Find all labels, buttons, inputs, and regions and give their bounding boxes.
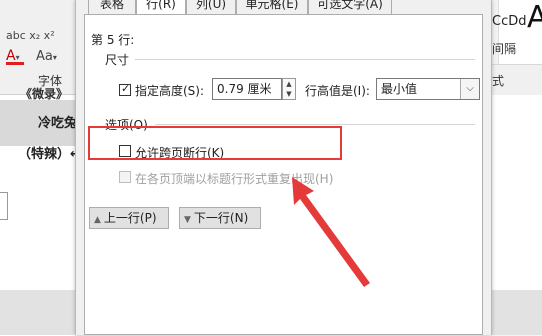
style-spacing-label: 间隔 <box>492 42 517 56</box>
triangle-down-icon: ▼ <box>184 215 191 225</box>
tab-row[interactable]: 行(R) <box>136 0 186 14</box>
chevron-up-icon[interactable]: ▲ <box>283 79 295 89</box>
highlight-box <box>88 126 342 160</box>
row-height-rule-select[interactable]: 最小值 ⌵ <box>376 78 480 100</box>
font-effects-buttons[interactable]: abc x₂ x² <box>6 29 55 42</box>
size-group-divider <box>135 59 475 60</box>
options-group-divider <box>155 124 475 125</box>
doc-text-line-2: 冷吃兔 <box>38 116 78 131</box>
change-case-button[interactable]: Aa▾ <box>36 49 57 64</box>
chevron-down-icon[interactable]: ▼ <box>283 89 295 99</box>
chevron-down-icon[interactable]: ⌵ <box>460 79 479 99</box>
next-row-button[interactable]: ▼ 下一行(N) <box>179 207 261 229</box>
triangle-up-icon: ▲ <box>94 215 101 225</box>
row-height-stepper[interactable]: ▲ ▼ <box>282 78 296 100</box>
specify-height-checkbox[interactable]: ✓ <box>119 82 131 96</box>
doc-shape <box>0 192 8 220</box>
style-preview-text: CcDd <box>492 14 527 29</box>
size-group-label: 尺寸 <box>105 53 130 67</box>
tab-column[interactable]: 列(U) <box>186 0 236 14</box>
row-height-is-label: 行高值是(I): <box>305 84 370 98</box>
tab-cell[interactable]: 单元格(E) <box>236 0 308 14</box>
specify-height-label: 指定高度(S): <box>135 84 205 98</box>
font-color-swatch <box>6 62 24 65</box>
checkmark-icon: ✓ <box>121 82 131 95</box>
row-height-input[interactable]: 0.79 厘米 <box>212 78 282 100</box>
table-properties-dialog: 表格(T) 行(R) 列(U) 单元格(E) 可选文字(A) 第 5 行: 尺寸… <box>75 0 492 335</box>
annotation-arrow-icon <box>292 177 370 287</box>
row-height-rule-value: 最小值 <box>381 82 418 96</box>
styles-group-label: 式 <box>492 74 505 88</box>
tab-alt-text[interactable]: 可选文字(A) <box>308 0 392 14</box>
doc-text-line-1: 《微录》 <box>20 87 69 101</box>
doc-text-line-3: （特辣）↵ <box>18 147 81 162</box>
document-gray-region-right <box>490 290 542 335</box>
row-tab-panel: 第 5 行: 尺寸 ✓ 指定高度(S): 0.79 厘米 ▲ ▼ 行高值是(I)… <box>84 14 483 335</box>
row-number-title: 第 5 行: <box>91 33 135 47</box>
tab-table[interactable]: 表格(T) <box>88 0 136 29</box>
repeat-header-row-checkbox[interactable] <box>119 171 131 183</box>
previous-row-button[interactable]: ▲ 上一行(P) <box>89 207 169 229</box>
document-gray-region <box>0 290 75 335</box>
style-big-letter: A <box>527 0 542 35</box>
